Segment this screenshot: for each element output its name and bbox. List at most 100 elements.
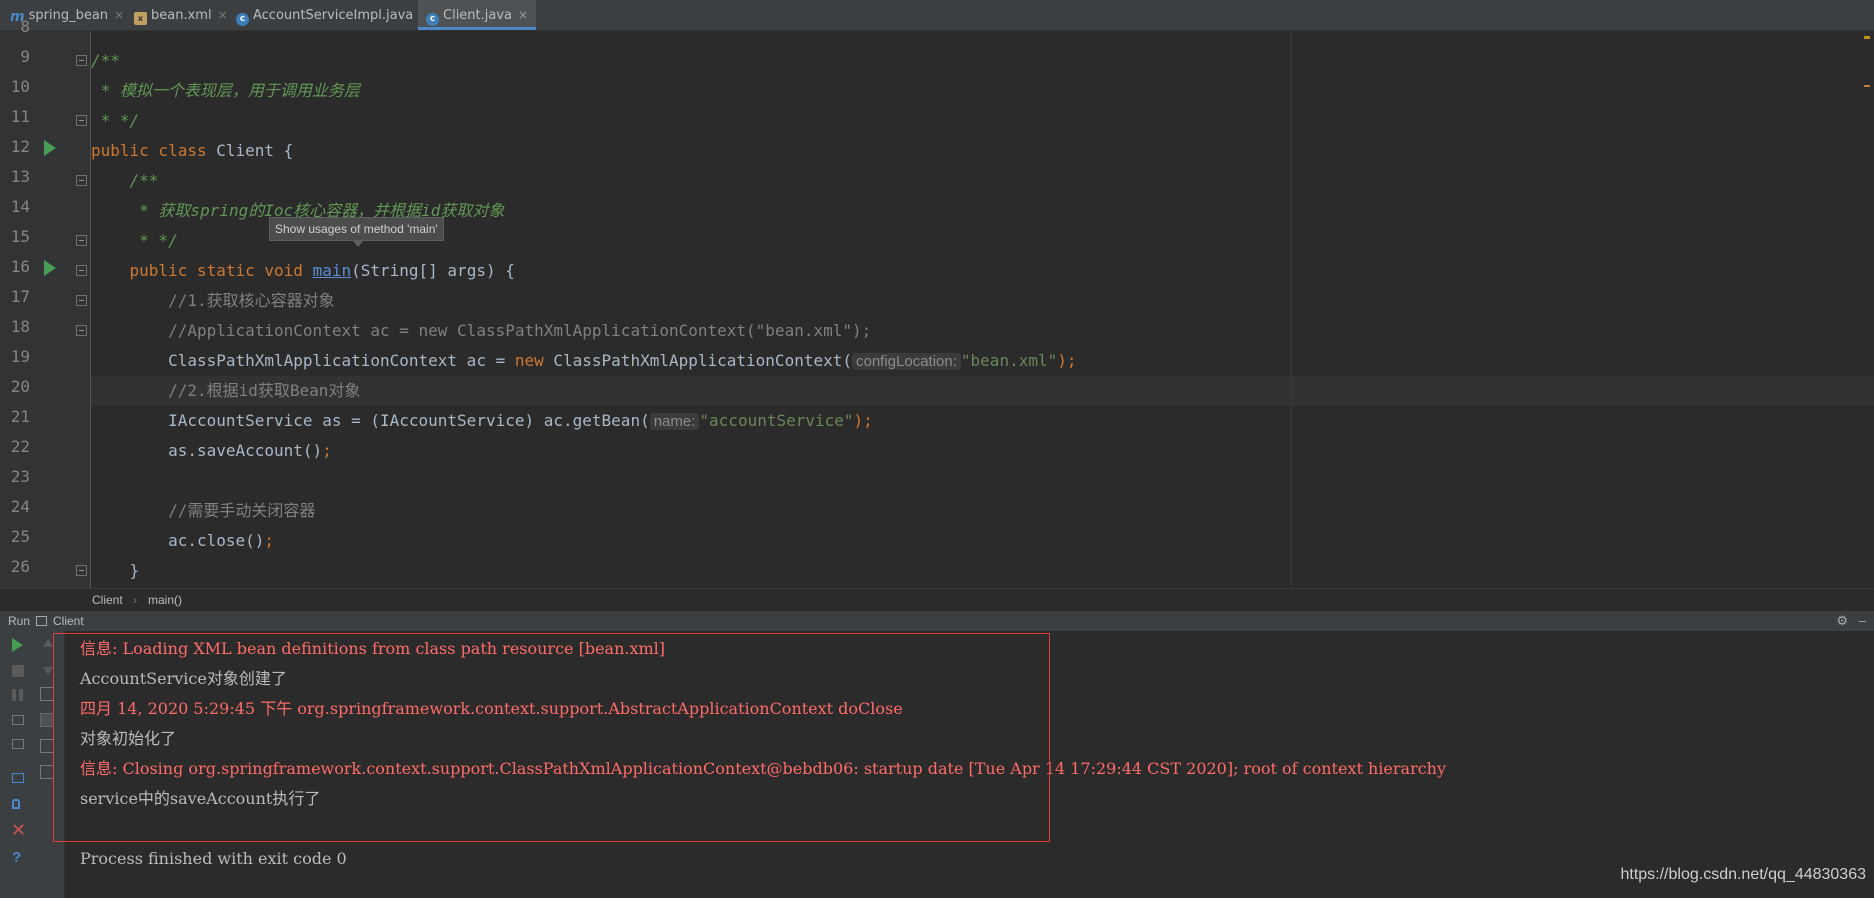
usages-tooltip: Show usages of method 'main' [269,217,444,241]
close-icon[interactable]: × [218,8,228,22]
console-line: 对象初始化了 [80,729,177,748]
tab-label: AccountServiceImpl.java [253,8,414,23]
run-panel-header: Run Client ⚙ – [0,610,1874,632]
line-number: 25 [10,527,30,546]
print-icon[interactable] [40,739,54,753]
tooltip-arrow [352,240,364,247]
run-panel-title: Run [8,614,31,628]
tab-label: spring_bean [28,8,109,23]
tab-accountserviceimpl[interactable]: cAccountServiceImpl.java× [236,0,429,30]
parameter-hint: configLocation: [852,353,961,370]
error-stripe-marker[interactable] [1864,85,1870,87]
code-line-current: //2.根据id获取Bean对象 [91,376,1874,406]
exit-icon[interactable] [12,739,24,749]
line-number: 14 [10,197,30,216]
line-number: 21 [10,407,30,426]
run-main-icon[interactable] [44,260,56,276]
run-tab-client[interactable]: Client [53,611,84,631]
breadcrumb-separator: › [133,593,137,607]
code-line: * 模拟一个表现层，用于调用业务层 [91,81,360,100]
line-number: 17 [10,287,30,306]
tab-label: Client.java [443,8,513,23]
code-line: public class Client { [91,141,294,160]
error-stripe-marker[interactable] [1864,36,1870,39]
ide-window: m spring_bean × x bean.xml × c AccountService… [0,0,1874,898]
fold-toggle-icon[interactable] [76,175,87,186]
console-line: 信息: Loading XML bean definitions from cl… [80,639,666,658]
layout-icon[interactable] [12,773,24,783]
breadcrumb-method[interactable]: main() [148,589,182,611]
stop-icon[interactable] [12,665,24,677]
pin-icon[interactable] [12,799,20,809]
line-number: 22 [10,437,30,456]
java-class-icon: c [236,13,249,26]
code-line: * */ [91,111,140,130]
code-line: public static void main(String[] args) { [91,261,515,280]
fold-toggle-icon[interactable] [76,565,87,576]
close-icon[interactable]: × [518,8,528,22]
trash-icon[interactable] [40,765,54,779]
scroll-to-end-icon[interactable] [40,713,54,727]
console-line: AccountService对象创建了 [80,669,287,688]
line-number: 20 [10,377,30,396]
watermark: https://blog.csdn.net/qq_44830363 [1620,866,1866,883]
code-line: ClassPathXmlApplicationContext ac = new … [91,351,1077,370]
code-line: //需要手动关闭容器 [91,501,316,520]
console-line: service中的saveAccount执行了 [80,789,321,808]
line-number: 11 [10,107,30,126]
main-method-link[interactable]: main [313,261,352,280]
fold-toggle-icon[interactable] [76,265,87,276]
line-number: 13 [10,167,30,186]
fold-toggle-icon[interactable] [76,115,87,126]
fold-toggle-icon[interactable] [76,235,87,246]
code-line: ac.close(); [91,531,275,550]
parameter-hint: name: [649,413,700,430]
line-number: 26 [10,557,30,576]
breadcrumb-class[interactable]: Client [92,589,123,611]
line-number: 16 [10,257,30,276]
console-output[interactable]: 信息: Loading XML bean definitions from cl… [65,631,1874,898]
fold-toggle-icon[interactable] [76,55,87,66]
code-line: IAccountService as = (IAccountService) a… [91,411,873,430]
line-number: 15 [10,227,30,246]
console-line: Process finished with exit code 0 [80,849,347,868]
help-icon[interactable]: ? [12,849,21,866]
soft-wrap-icon[interactable] [40,687,54,701]
line-number: 10 [10,77,30,96]
code-editor[interactable]: /** * 模拟一个表现层，用于调用业务层 * */ public class … [91,31,1874,588]
console-line: 信息: Closing org.springframework.context.… [80,759,1447,778]
line-number: 8 [20,17,30,36]
line-number: 24 [10,497,30,516]
code-line: } [91,561,140,580]
tab-bean-xml[interactable]: x bean.xml × [134,0,228,30]
editor-tab-bar: m spring_bean × x bean.xml × c AccountService… [0,0,1874,31]
fold-toggle-icon[interactable] [76,325,87,336]
tab-client-java[interactable]: c Client.java × [418,0,537,30]
scroll-down-icon[interactable] [43,667,53,675]
run-class-icon[interactable] [44,140,56,156]
tab-label: bean.xml [151,8,212,23]
code-line: /** [91,51,120,70]
close-icon[interactable]: ✕ [11,822,26,840]
line-number: 23 [10,467,30,486]
scroll-up-icon[interactable] [43,639,53,647]
code-line: //1.获取核心容器对象 [91,291,335,310]
fold-toggle-icon[interactable] [76,295,87,306]
run-config-icon [36,616,47,626]
gear-icon[interactable]: ⚙ [1836,611,1848,631]
close-icon[interactable]: × [114,8,124,22]
rerun-icon[interactable] [12,638,23,652]
editor-gutter: 8 9 10 11 12 13 14 15 16 17 18 19 20 21 … [0,17,91,588]
console-line: 四月 14, 2020 5:29:45 下午 org.springframewo… [80,699,903,718]
line-number: 19 [10,347,30,366]
line-number: 9 [20,47,30,66]
dump-threads-icon[interactable] [12,715,24,725]
right-margin-guide [1291,31,1292,588]
java-class-icon: c [426,13,439,26]
line-number: 12 [10,137,30,156]
minimize-icon[interactable]: – [1859,611,1866,631]
code-line: as.saveAccount(); [91,441,332,460]
pause-icon[interactable] [12,689,24,701]
code-line: /** [91,171,159,190]
